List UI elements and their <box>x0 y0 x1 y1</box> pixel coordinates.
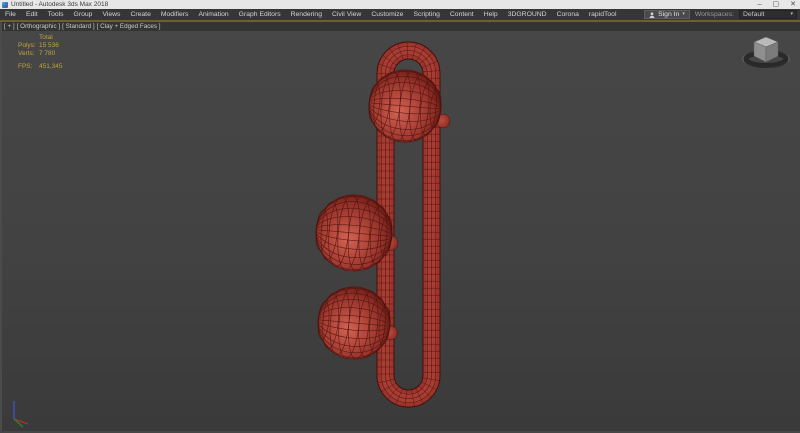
app-icon <box>2 2 8 8</box>
window-title: Untitled - Autodesk 3ds Max 2018 <box>11 1 108 8</box>
minimize-button[interactable]: – <box>758 1 762 9</box>
stats-polys-value: 15 536 <box>39 42 63 50</box>
sign-in-label: Sign In <box>658 11 679 18</box>
stats-verts-value: 7 780 <box>39 50 63 58</box>
menu-group[interactable]: Group <box>69 9 98 20</box>
menu-corona[interactable]: Corona <box>552 9 584 20</box>
stats-polys-label: Polys: <box>18 42 37 50</box>
menu-animation[interactable]: Animation <box>193 9 233 20</box>
sign-in-caret-icon: ▾ <box>682 12 685 17</box>
menu-edit[interactable]: Edit <box>21 9 43 20</box>
menu-file[interactable]: File <box>0 9 21 20</box>
maximize-button[interactable]: ▢ <box>773 1 780 9</box>
menu-customize[interactable]: Customize <box>366 9 408 20</box>
viewport-shading-label[interactable]: [ Clay + Edged Faces ] <box>97 22 161 31</box>
stats-fps-value: 451,345 <box>39 63 63 71</box>
menu-bar: File Edit Tools Group Views Create Modif… <box>0 9 800 20</box>
viewport-label-bar: [ + ] [ Orthographic ] [ Standard ] [ Cl… <box>2 22 800 31</box>
window-controls: – ▢ ✕ <box>758 0 798 9</box>
menu-rendering[interactable]: Rendering <box>286 9 327 20</box>
menubar-right-cluster: Sign In ▾ Workspaces: Default ▾ <box>644 10 800 19</box>
workspaces-value: Default <box>743 11 765 18</box>
scene-model-capsule-ring-with-spheres[interactable] <box>0 22 800 433</box>
stats-fps-label: FPS: <box>18 63 37 71</box>
stats-total-header: Total <box>39 34 63 42</box>
user-icon <box>649 12 655 18</box>
viewport-standard-label[interactable]: [ Standard ] <box>62 22 95 31</box>
close-button[interactable]: ✕ <box>790 1 796 9</box>
menu-help[interactable]: Help <box>479 9 503 20</box>
viewport-statistics: Total Polys: 15 536 Verts: 7 780 FPS: 45… <box>18 34 63 71</box>
menu-views[interactable]: Views <box>97 9 125 20</box>
menu-graph-editors[interactable]: Graph Editors <box>234 9 286 20</box>
menu-create[interactable]: Create <box>125 9 155 20</box>
menu-3dground[interactable]: 3DGROUND <box>503 9 552 20</box>
world-axis-tripod-icon <box>5 394 35 428</box>
menu-modifiers[interactable]: Modifiers <box>156 9 194 20</box>
menu-civil-view[interactable]: Civil View <box>327 9 366 20</box>
viewport[interactable]: [ + ] [ Orthographic ] [ Standard ] [ Cl… <box>0 22 800 433</box>
menu-scripting[interactable]: Scripting <box>408 9 444 20</box>
title-bar: Untitled - Autodesk 3ds Max 2018 – ▢ ✕ <box>0 0 800 9</box>
workspaces-dropdown[interactable]: Default ▾ <box>739 10 797 19</box>
menu-tools[interactable]: Tools <box>43 9 69 20</box>
viewcube-icon[interactable] <box>740 32 792 74</box>
viewport-general-menu[interactable]: [ + ] <box>4 22 15 31</box>
stats-verts-label: Verts: <box>18 50 37 58</box>
viewport-pov-label[interactable]: [ Orthographic ] <box>17 22 60 31</box>
workspaces-label: Workspaces: <box>695 11 734 18</box>
menu-rapidtool[interactable]: rapidTool <box>584 9 622 20</box>
menu-content[interactable]: Content <box>445 9 479 20</box>
workspaces-caret-icon: ▾ <box>790 12 793 17</box>
sign-in-button[interactable]: Sign In ▾ <box>644 10 690 19</box>
